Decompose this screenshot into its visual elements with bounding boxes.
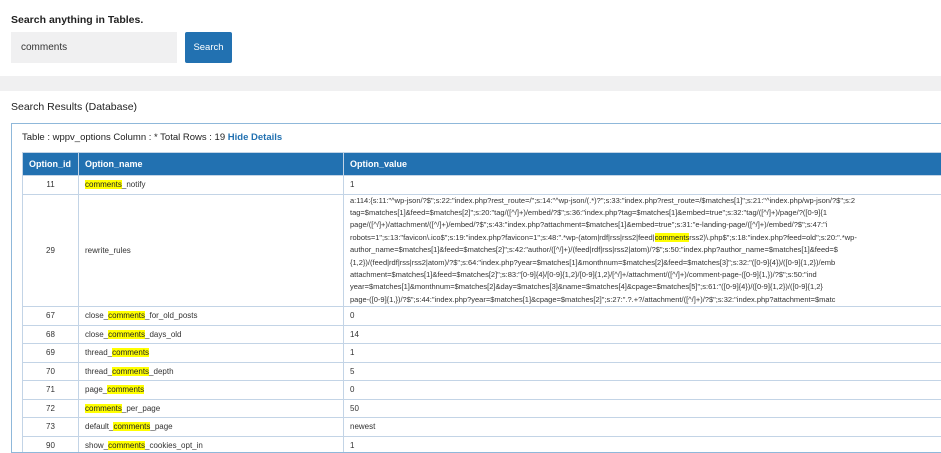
results-table: Option_id Option_name Option_value 11com…	[22, 152, 941, 453]
search-highlight: comments	[108, 330, 145, 339]
table-row: 11comments_notify1	[23, 176, 941, 195]
option-name-cell: thread_comments	[79, 344, 344, 363]
option-name-cell: rewrite_rules	[79, 194, 344, 307]
option-name-cell: show_comments_cookies_opt_in	[79, 436, 344, 453]
option-value-cell: 0	[344, 307, 941, 326]
option-id-cell: 67	[23, 307, 79, 326]
option-id-cell: 72	[23, 399, 79, 418]
option-value-cell: 0	[344, 381, 941, 400]
table-row: 29rewrite_rulesa:114:{s:11:"^wp-json/?$"…	[23, 194, 941, 307]
option-value-cell: newest	[344, 418, 941, 437]
option-value-cell: 1	[344, 436, 941, 453]
table-row: 68close_comments_days_old14	[23, 325, 941, 344]
option-id-cell: 90	[23, 436, 79, 453]
option-value-cell: a:114:{s:11:"^wp-json/?$";s:22:"index.ph…	[344, 194, 941, 307]
table-row: 72comments_per_page50	[23, 399, 941, 418]
option-value-cell: 5	[344, 362, 941, 381]
hide-details-link[interactable]: Hide Details	[228, 132, 282, 143]
option-value-text: a:114:{s:11:"^wp-json/?$";s:22:"index.ph…	[350, 195, 936, 307]
column-header-option-id: Option_id	[23, 153, 79, 176]
option-name-cell: comments_per_page	[79, 399, 344, 418]
option-name-cell: close_comments_days_old	[79, 325, 344, 344]
search-highlight: comments	[85, 180, 122, 189]
results-panel: Table : wppv_options Column : * Total Ro…	[11, 123, 941, 453]
option-id-cell: 70	[23, 362, 79, 381]
column-header-option-value: Option_value	[344, 153, 941, 176]
option-id-cell: 11	[23, 176, 79, 195]
search-input[interactable]	[11, 32, 177, 63]
search-heading: Search anything in Tables.	[11, 14, 143, 26]
search-highlight: comments	[108, 311, 145, 320]
table-row: 71page_comments0	[23, 381, 941, 400]
search-highlight: comments	[108, 441, 145, 450]
option-id-cell: 69	[23, 344, 79, 363]
table-info: Table : wppv_options Column : * Total Ro…	[22, 132, 282, 143]
search-highlight: comments	[107, 385, 144, 394]
search-highlight: comments	[113, 422, 150, 431]
table-row: 69thread_comments1	[23, 344, 941, 363]
section-divider	[0, 76, 941, 91]
option-value-cell: 14	[344, 325, 941, 344]
table-row: 73default_comments_pagenewest	[23, 418, 941, 437]
table-row: 70thread_comments_depth5	[23, 362, 941, 381]
table-row: 90show_comments_cookies_opt_in1	[23, 436, 941, 453]
option-id-cell: 73	[23, 418, 79, 437]
search-highlight: comments	[655, 233, 690, 242]
option-id-cell: 71	[23, 381, 79, 400]
table-header-row: Option_id Option_name Option_value	[23, 153, 941, 176]
option-name-cell: close_comments_for_old_posts	[79, 307, 344, 326]
search-highlight: comments	[112, 367, 149, 376]
option-value-cell: 1	[344, 344, 941, 363]
option-id-cell: 68	[23, 325, 79, 344]
column-header-option-name: Option_name	[79, 153, 344, 176]
option-value-cell: 1	[344, 176, 941, 195]
search-highlight: comments	[85, 404, 122, 413]
results-title: Search Results (Database)	[11, 101, 137, 113]
option-value-cell: 50	[344, 399, 941, 418]
option-name-cell: default_comments_page	[79, 418, 344, 437]
search-button[interactable]: Search	[185, 32, 232, 63]
table-info-text: Table : wppv_options Column : * Total Ro…	[22, 132, 228, 143]
option-name-cell: page_comments	[79, 381, 344, 400]
table-row: 67close_comments_for_old_posts0	[23, 307, 941, 326]
option-name-cell: thread_comments_depth	[79, 362, 344, 381]
option-name-cell: comments_notify	[79, 176, 344, 195]
option-id-cell: 29	[23, 194, 79, 307]
search-highlight: comments	[112, 348, 149, 357]
search-panel: Search anything in Tables. Search	[0, 0, 941, 76]
